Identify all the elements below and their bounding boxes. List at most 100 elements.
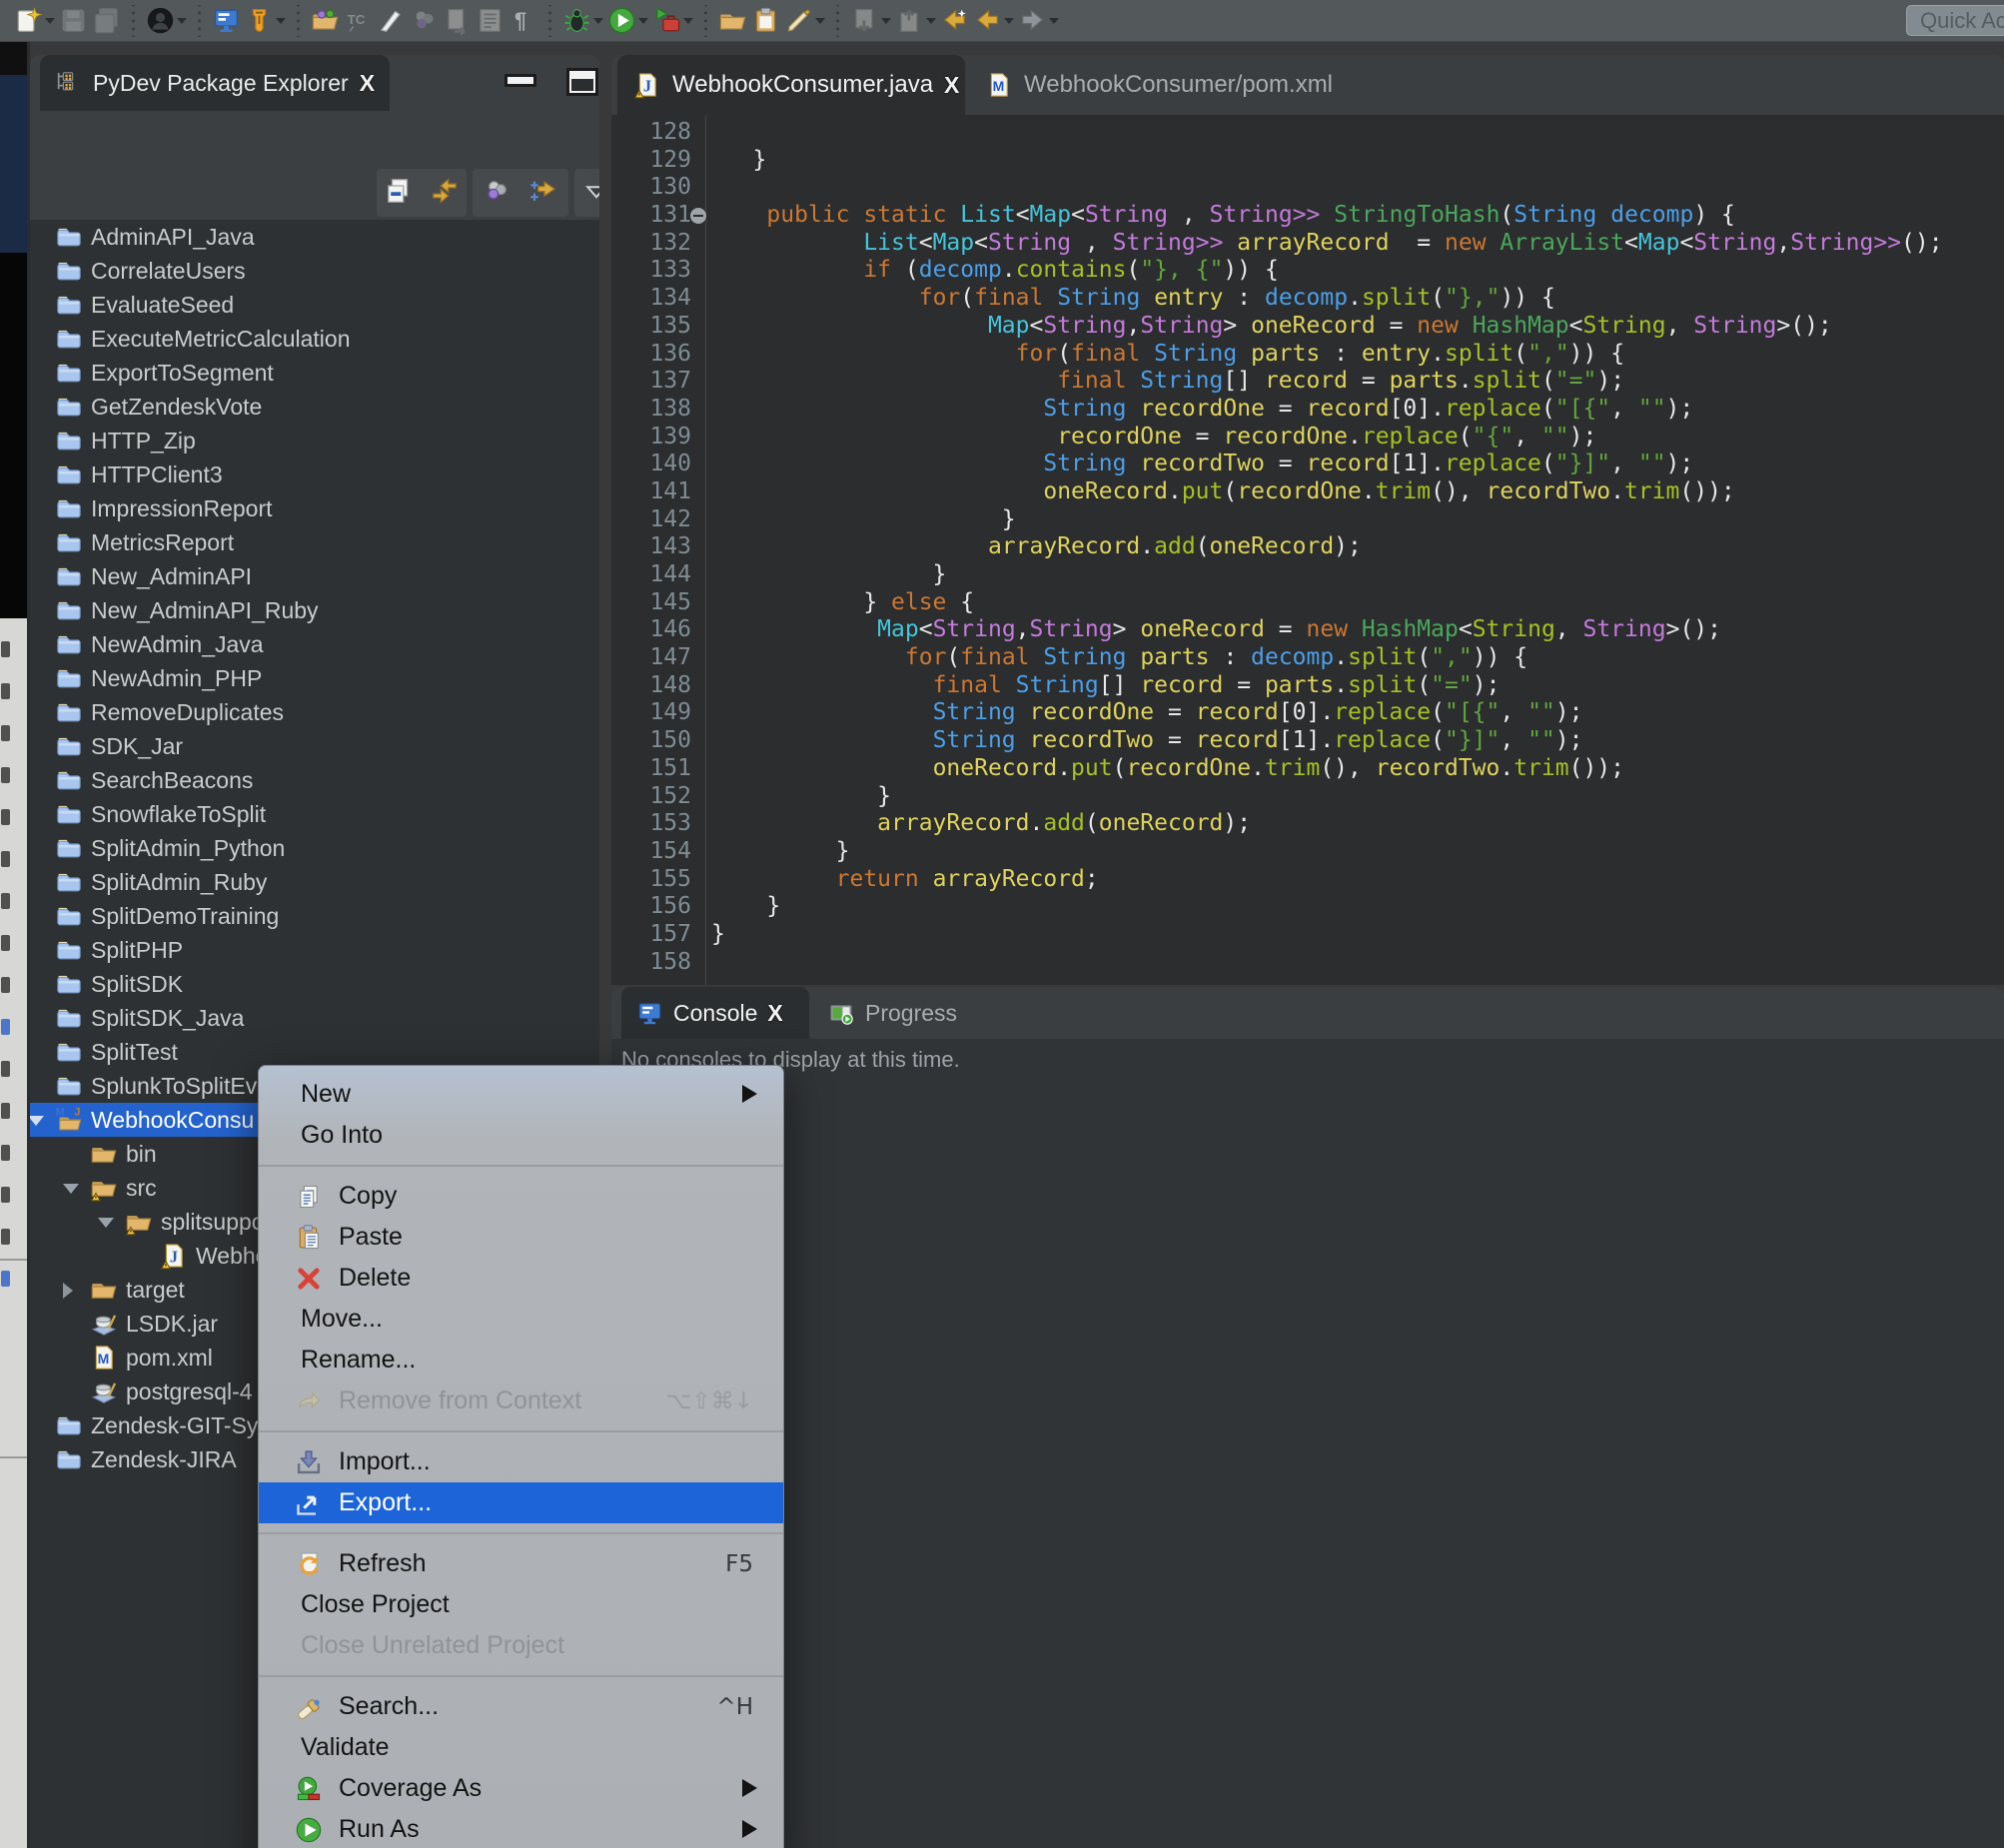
tree-row[interactable]: ExportToSegment — [30, 356, 599, 390]
save-icon[interactable] — [59, 4, 88, 38]
chevron-expanded-icon[interactable] — [63, 1184, 79, 1194]
menu-item-new[interactable]: New — [259, 1074, 783, 1115]
menu-item-refresh[interactable]: RefreshF5 — [259, 1543, 783, 1584]
tree-row[interactable]: MetricsReport — [30, 525, 599, 559]
tree-row[interactable]: HTTP_Zip — [30, 424, 599, 458]
menu-item-copy[interactable]: Copy — [259, 1176, 783, 1217]
last-edit-location-icon[interactable] — [940, 4, 969, 38]
annotate-pen-icon[interactable] — [784, 4, 825, 38]
user-profile-icon[interactable] — [146, 4, 187, 38]
menu-item-export[interactable]: Export... — [259, 1482, 783, 1523]
tree-row[interactable]: AdminAPI_Java — [30, 220, 599, 254]
tree-row[interactable]: SnowflakeToSplit — [30, 797, 599, 831]
menu-item-validate[interactable]: Validate — [259, 1727, 783, 1768]
show-whitespace-icon[interactable]: ¶ — [508, 4, 537, 38]
export-doc-icon[interactable] — [895, 4, 936, 38]
fold-marker-icon[interactable] — [690, 208, 706, 224]
dropdown-caret-icon[interactable] — [276, 18, 286, 24]
dropdown-caret-icon[interactable] — [638, 18, 648, 24]
tree-row[interactable]: SplitDemoTraining — [30, 899, 599, 933]
console-tab-console[interactable]: ConsoleX — [621, 987, 809, 1039]
tree-row[interactable]: EvaluateSeed — [30, 288, 599, 322]
tree-row[interactable]: SDK_Jar — [30, 729, 599, 763]
pydev-package-icon[interactable] — [245, 4, 286, 38]
editor-tab-java[interactable]: JWebhookConsumer.javaX — [617, 55, 965, 115]
tree-row[interactable]: HTTPClient3 — [30, 458, 599, 491]
back-icon[interactable] — [973, 4, 1014, 38]
open-folder-icon[interactable] — [718, 4, 747, 38]
menu-item-remove-from-context[interactable]: Remove from Context⌥⇧⌘↓ — [259, 1381, 783, 1421]
dropdown-caret-icon[interactable] — [881, 18, 891, 24]
chevron-expanded-icon[interactable] — [30, 1116, 44, 1126]
run-icon[interactable] — [607, 4, 648, 38]
menu-item-paste[interactable]: Paste — [259, 1217, 783, 1258]
tree-item-label: HTTPClient3 — [91, 462, 223, 488]
collapse-all-icon[interactable] — [385, 176, 415, 211]
menu-item-go-into[interactable]: Go Into — [259, 1115, 783, 1156]
dropdown-caret-icon[interactable] — [926, 18, 936, 24]
tree-row[interactable]: NewAdmin_PHP — [30, 661, 599, 695]
outline-doc-icon[interactable] — [476, 4, 504, 38]
tree-row[interactable]: New_AdminAPI_Ruby — [30, 593, 599, 627]
dropdown-caret-icon[interactable] — [593, 18, 603, 24]
code-editor[interactable]: 1281291301311321331341351361371381391401… — [611, 115, 2004, 985]
tree-row[interactable]: ExecuteMetricCalculation — [30, 322, 599, 356]
console-view-icon[interactable] — [212, 4, 241, 38]
close-icon[interactable]: X — [767, 1000, 782, 1027]
menu-item-coverage-as[interactable]: Coverage As — [259, 1768, 783, 1809]
menu-item-search[interactable]: Search...^H — [259, 1686, 783, 1727]
dropdown-caret-icon[interactable] — [1004, 18, 1014, 24]
tree-row[interactable]: SplitSDK_Java — [30, 1001, 599, 1035]
menu-item-rename[interactable]: Rename... — [259, 1340, 783, 1381]
tree-row[interactable]: SearchBeacons — [30, 763, 599, 797]
chevron-expanded-icon[interactable] — [98, 1218, 114, 1228]
console-tab-progress[interactable]: Progress — [813, 987, 983, 1039]
menu-item-close-unrelated-project[interactable]: Close Unrelated Project — [259, 1625, 783, 1666]
tree-row[interactable]: SplitAdmin_Python — [30, 831, 599, 865]
editor-tab-pom[interactable]: MWebhookConsumer/pom.xml — [969, 55, 1369, 115]
tree-row[interactable]: SplitPHP — [30, 933, 599, 967]
dropdown-caret-icon[interactable] — [683, 18, 693, 24]
tree-row[interactable]: NewAdmin_Java — [30, 627, 599, 661]
close-icon[interactable]: X — [944, 72, 959, 99]
filters-icon[interactable] — [482, 176, 511, 211]
cut-tool-icon[interactable] — [377, 4, 406, 38]
menu-item-import[interactable]: Import... — [259, 1441, 783, 1482]
link-with-editor-icon[interactable] — [430, 176, 460, 211]
tree-row[interactable]: SplitSDK — [30, 967, 599, 1001]
menu-item-delete[interactable]: Delete — [259, 1258, 783, 1299]
team-sync-icon[interactable]: TC — [344, 4, 373, 38]
dropdown-caret-icon[interactable] — [45, 18, 55, 24]
tab-pydev-package-explorer[interactable]: PyDev Package Explorer X — [40, 55, 390, 111]
run-config-icon[interactable] — [652, 4, 693, 38]
dropdown-caret-icon[interactable] — [815, 18, 825, 24]
tree-row[interactable]: ImpressionReport — [30, 491, 599, 525]
tree-row[interactable]: New_AdminAPI — [30, 559, 599, 593]
minimize-button[interactable] — [507, 77, 533, 84]
maximize-button[interactable] — [569, 71, 595, 93]
new-wizard-icon[interactable] — [14, 4, 55, 38]
quick-access-box[interactable]: Quick Access — [1906, 5, 2004, 36]
debug-folder-icon[interactable] — [311, 4, 340, 38]
tree-row[interactable]: SplitAdmin_Ruby — [30, 865, 599, 899]
dropdown-caret-icon[interactable] — [1049, 18, 1059, 24]
chevron-collapsed-icon[interactable] — [63, 1283, 73, 1299]
debug-bug-icon[interactable] — [562, 4, 603, 38]
import-doc-icon[interactable] — [850, 4, 891, 38]
tree-row[interactable]: CorrelateUsers — [30, 254, 599, 288]
dropdown-caret-icon[interactable] — [177, 18, 187, 24]
forward-icon[interactable] — [1018, 4, 1059, 38]
menu-item-move[interactable]: Move... — [259, 1299, 783, 1340]
clipboard-icon[interactable] — [751, 4, 780, 38]
save-all-icon[interactable] — [92, 4, 121, 38]
tree-row[interactable]: GetZendeskVote — [30, 390, 599, 424]
copy-doc-icon[interactable] — [443, 4, 472, 38]
close-icon[interactable]: X — [360, 70, 375, 97]
focus-on-task-icon[interactable] — [529, 176, 559, 211]
tree-row[interactable]: SplitTest — [30, 1035, 599, 1069]
tree-row[interactable]: RemoveDuplicates — [30, 695, 599, 729]
menu-item-close-project[interactable]: Close Project — [259, 1584, 783, 1625]
menu-item-run-as[interactable]: Run As — [259, 1809, 783, 1848]
view-menu-icon[interactable] — [581, 176, 599, 211]
modules-icon[interactable] — [410, 4, 439, 38]
